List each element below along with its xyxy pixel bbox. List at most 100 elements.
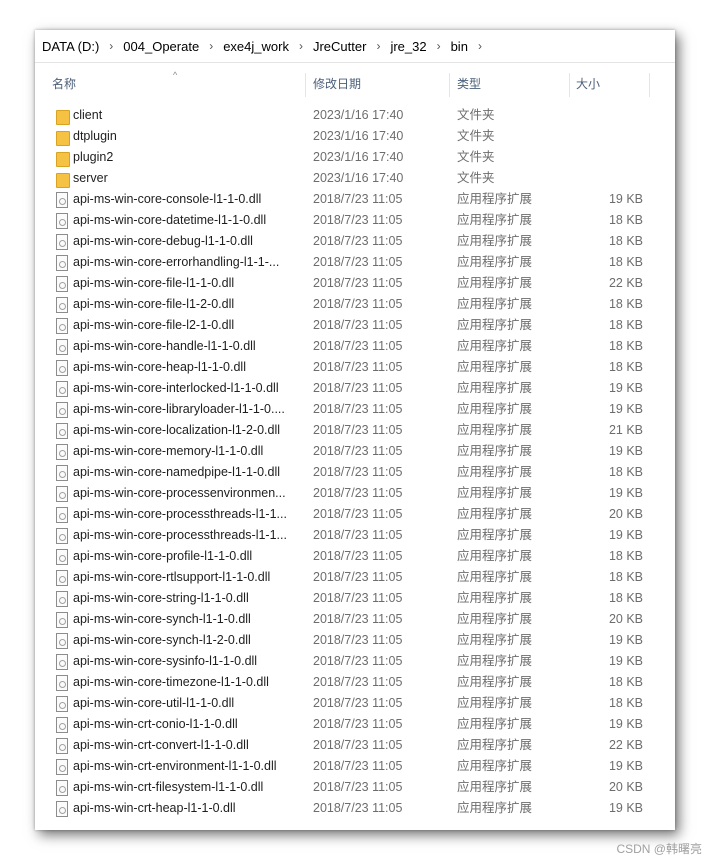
file-row[interactable]: api-ms-win-core-processenvironmen... 2018… <box>35 483 675 504</box>
file-row[interactable]: api-ms-win-crt-environment-l1-1-0.dll 201… <box>35 756 675 777</box>
file-size: 21 KB <box>608 423 643 437</box>
file-name: api-ms-win-core-processthreads-l1-1... <box>73 528 287 542</box>
file-name: api-ms-win-core-memory-l1-1-0.dll <box>73 444 264 458</box>
file-row[interactable]: api-ms-win-core-sysinfo-l1-1-0.dll 2018/7… <box>35 651 675 672</box>
file-date: 2018/7/23 11:05 <box>313 192 403 206</box>
file-date: 2018/7/23 11:05 <box>313 675 403 689</box>
file-name: api-ms-win-core-heap-l1-1-0.dll <box>73 360 246 374</box>
column-divider[interactable] <box>569 73 570 97</box>
breadcrumb-item[interactable]: exe4j_work <box>223 39 289 54</box>
file-row[interactable]: api-ms-win-core-file-l1-2-0.dll 2018/7/23… <box>35 294 675 315</box>
file-type: 应用程序扩展 <box>457 318 533 332</box>
file-date: 2018/7/23 11:05 <box>313 213 403 227</box>
file-date: 2023/1/16 17:40 <box>313 150 404 164</box>
file-date: 2018/7/23 11:05 <box>313 360 403 374</box>
file-row[interactable]: api-ms-win-core-errorhandling-l1-1-... 20… <box>35 252 675 273</box>
file-row[interactable]: api-ms-win-core-memory-l1-1-0.dll 2018/7/… <box>35 441 675 462</box>
file-type: 应用程序扩展 <box>457 528 533 542</box>
file-size: 20 KB <box>608 507 643 521</box>
file-row[interactable]: api-ms-win-crt-convert-l1-1-0.dll 2018/7/… <box>35 735 675 756</box>
file-type: 应用程序扩展 <box>457 234 533 248</box>
folder-icon <box>54 171 70 188</box>
file-row[interactable]: api-ms-win-core-libraryloader-l1-1-0....… <box>35 399 675 420</box>
file-row[interactable]: api-ms-win-core-localization-l1-2-0.dll 2… <box>35 420 675 441</box>
file-row[interactable]: api-ms-win-core-string-l1-1-0.dll 2018/7/… <box>35 588 675 609</box>
file-row[interactable]: api-ms-win-core-debug-l1-1-0.dll 2018/7/2… <box>35 231 675 252</box>
file-type: 文件夹 <box>457 150 495 164</box>
chevron-right-icon[interactable]: › <box>437 39 441 53</box>
file-type: 应用程序扩展 <box>457 213 533 227</box>
file-row[interactable]: server 2023/1/16 17:40 文件夹 <box>35 168 675 189</box>
breadcrumb[interactable]: DATA (D:) › 004_Operate › exe4j_work › JreCutt… <box>35 30 675 63</box>
file-type: 应用程序扩展 <box>457 402 533 416</box>
file-row[interactable]: api-ms-win-crt-conio-l1-1-0.dll 2018/7/23… <box>35 714 675 735</box>
file-row[interactable]: api-ms-win-crt-heap-l1-1-0.dll 2018/7/23 … <box>35 798 675 819</box>
column-header-row: ^ 名称 修改日期 类型 大小 <box>35 69 675 99</box>
breadcrumb-item[interactable]: jre_32 <box>390 39 426 54</box>
column-header-size[interactable]: 大小 <box>576 69 600 99</box>
file-row[interactable]: api-ms-win-core-processthreads-l1-1... 20… <box>35 504 675 525</box>
file-name: api-ms-win-core-string-l1-1-0.dll <box>73 591 249 605</box>
file-size: 18 KB <box>608 465 643 479</box>
breadcrumb-item[interactable]: JreCutter <box>313 39 366 54</box>
file-row[interactable]: api-ms-win-core-interlocked-l1-1-0.dll 20… <box>35 378 675 399</box>
file-date: 2018/7/23 11:05 <box>313 696 403 710</box>
file-type: 应用程序扩展 <box>457 297 533 311</box>
chevron-right-icon[interactable]: › <box>376 39 380 53</box>
file-name: api-ms-win-core-file-l1-1-0.dll <box>73 276 235 290</box>
file-date: 2018/7/23 11:05 <box>313 717 403 731</box>
breadcrumb-item[interactable]: bin <box>451 39 468 54</box>
dll-file-icon <box>54 339 68 355</box>
file-row[interactable]: client 2023/1/16 17:40 文件夹 <box>35 105 675 126</box>
column-header-name[interactable]: 名称 <box>52 69 76 99</box>
file-date: 2018/7/23 11:05 <box>313 570 403 584</box>
column-divider[interactable] <box>449 73 450 97</box>
file-row[interactable]: api-ms-win-core-console-l1-1-0.dll 2018/7… <box>35 189 675 210</box>
file-size: 19 KB <box>608 759 643 773</box>
file-date: 2018/7/23 11:05 <box>313 444 403 458</box>
file-size: 18 KB <box>608 360 643 374</box>
column-divider[interactable] <box>305 73 306 97</box>
file-row[interactable]: api-ms-win-core-file-l2-1-0.dll 2018/7/23… <box>35 315 675 336</box>
breadcrumb-item[interactable]: DATA (D:) <box>42 39 99 54</box>
file-row[interactable]: api-ms-win-core-synch-l1-2-0.dll 2018/7/2… <box>35 630 675 651</box>
file-row[interactable]: api-ms-win-core-synch-l1-1-0.dll 2018/7/2… <box>35 609 675 630</box>
file-row[interactable]: api-ms-win-core-heap-l1-1-0.dll 2018/7/23… <box>35 357 675 378</box>
file-row[interactable]: api-ms-win-core-rtlsupport-l1-1-0.dll 201… <box>35 567 675 588</box>
file-row[interactable]: api-ms-win-core-file-l1-1-0.dll 2018/7/23… <box>35 273 675 294</box>
file-name: api-ms-win-crt-heap-l1-1-0.dll <box>73 801 236 815</box>
file-row[interactable]: api-ms-win-core-profile-l1-1-0.dll 2018/7… <box>35 546 675 567</box>
file-row[interactable]: api-ms-win-core-util-l1-1-0.dll 2018/7/23… <box>35 693 675 714</box>
chevron-right-icon[interactable]: › <box>299 39 303 53</box>
file-row[interactable]: api-ms-win-core-handle-l1-1-0.dll 2018/7/… <box>35 336 675 357</box>
file-type: 应用程序扩展 <box>457 654 533 668</box>
dll-file-icon <box>54 402 68 418</box>
column-header-date[interactable]: 修改日期 <box>313 69 361 99</box>
chevron-right-icon[interactable]: › <box>209 39 213 53</box>
file-row[interactable]: plugin2 2023/1/16 17:40 文件夹 <box>35 147 675 168</box>
breadcrumb-item[interactable]: 004_Operate <box>123 39 199 54</box>
file-name: server <box>73 171 108 185</box>
file-date: 2018/7/23 11:05 <box>313 591 403 605</box>
file-size: 22 KB <box>608 738 643 752</box>
file-type: 应用程序扩展 <box>457 192 533 206</box>
file-row[interactable]: dtplugin 2023/1/16 17:40 文件夹 <box>35 126 675 147</box>
file-date: 2018/7/23 11:05 <box>313 549 403 563</box>
file-date: 2018/7/23 11:05 <box>313 633 403 647</box>
chevron-right-icon[interactable]: › <box>478 39 482 53</box>
file-row[interactable]: api-ms-win-core-timezone-l1-1-0.dll 2018/… <box>35 672 675 693</box>
dll-file-icon <box>54 570 68 586</box>
file-size: 20 KB <box>608 612 643 626</box>
file-date: 2018/7/23 11:05 <box>313 339 403 353</box>
file-type: 应用程序扩展 <box>457 381 533 395</box>
file-type: 应用程序扩展 <box>457 339 533 353</box>
file-row[interactable]: api-ms-win-crt-filesystem-l1-1-0.dll 2018… <box>35 777 675 798</box>
file-row[interactable]: api-ms-win-core-namedpipe-l1-1-0.dll 2018… <box>35 462 675 483</box>
file-row[interactable]: api-ms-win-core-datetime-l1-1-0.dll 2018/… <box>35 210 675 231</box>
chevron-right-icon[interactable]: › <box>109 39 113 53</box>
file-row[interactable]: api-ms-win-core-processthreads-l1-1... 20… <box>35 525 675 546</box>
column-divider[interactable] <box>649 73 650 97</box>
column-header-type[interactable]: 类型 <box>457 69 481 99</box>
dll-file-icon <box>54 423 68 439</box>
file-size: 19 KB <box>608 486 643 500</box>
